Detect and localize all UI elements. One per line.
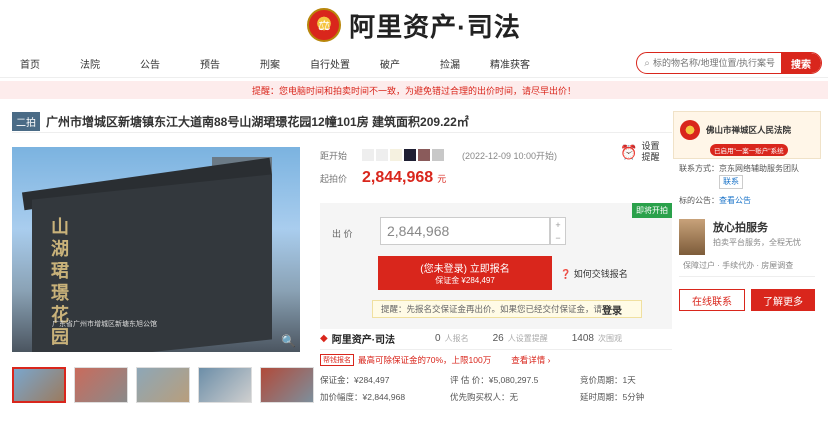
thumbnail-strip [12, 367, 314, 403]
learn-more-button[interactable]: 了解更多 [751, 289, 815, 311]
thumbnail[interactable] [198, 367, 252, 403]
contact-button[interactable]: 联系 [719, 175, 743, 189]
main-nav: 首页 法院 公告 预告 刑案 自行处置 破产 捡漏 精准获客 ⌕ 搜索 [0, 50, 828, 78]
login-link[interactable]: 登录 [602, 302, 622, 317]
brand-small-icon: ◆ [320, 333, 328, 344]
listing-title: 广州市增城区新塘镇东江大道南88号山湖珺璟花园12幢101房 建筑面积209.2… [46, 115, 469, 129]
search-box: ⌕ 搜索 [636, 52, 822, 74]
site-header: ⚖ 阿里资产·司法 [0, 0, 828, 50]
time-notice: 提醒：您电脑时间和拍卖时间不一致，为避免错过合理的出价时间，请尽早出价！ [0, 81, 828, 99]
photo-caption: 广东省广州市增城区新塘东旭公馆 [52, 321, 157, 328]
how-to-pay-link[interactable]: ❓ 如何交钱报名 [560, 267, 628, 280]
loan-info: 帮钱报名 最高可除保证金的70%，上限100万 查看详情 › [320, 350, 672, 370]
bid-stepper[interactable]: + − [550, 217, 566, 245]
contact-info: 联系方式：京东网络辅助服务团队 联系 标的公告：查看公告 [679, 164, 799, 205]
help-icon: ❓ [560, 269, 572, 279]
signup-button[interactable]: (您未登录) 立即报名 保证金 ¥284,497 [378, 256, 552, 290]
brand-title: 阿里资产·司法 [349, 11, 521, 42]
nav-home[interactable]: 首页 [0, 56, 60, 71]
stats-panel: ◆ 阿里资产·司法 0 人报名 26 人设置提醒 1408 次围观 帮钱报名 最高可除… [320, 328, 672, 403]
auction-details: 保证金：¥284,497 评 估 价：¥5,080,297.5 竞价周期：1天 … [320, 375, 645, 402]
set-reminder[interactable]: ⏰ 设置提醒 [620, 141, 661, 163]
court-emblem-icon: ⚖ [307, 8, 342, 42]
search-icon: ⌕ [644, 57, 650, 69]
thumbnail[interactable] [74, 367, 128, 403]
building-image [679, 219, 705, 255]
nav-precision[interactable]: 精准获客 [480, 56, 540, 71]
announcement-link[interactable]: 查看公告 [719, 196, 751, 205]
bid-panel: 即将开拍 出 价 2,844,968 + − (您未登录) 立即报名 保证金 ¥… [320, 203, 672, 329]
listing-main: 二拍 广州市增城区新塘镇东江大道南88号山湖珺璟花园12幢101房 建筑面积20… [12, 111, 672, 421]
status-badge: 即将开拍 [632, 203, 672, 218]
alarm-clock-icon: ⏰ [620, 143, 638, 160]
nav-self-disposal[interactable]: 自行处置 [300, 56, 360, 71]
online-contact-button[interactable]: 在线联系 [679, 289, 745, 311]
court-sidebar: 佛山市禅城区人民法院 已启用"一案一账户"系统 联系方式：京东网络辅助服务团队 … [673, 111, 821, 421]
thumbnail[interactable] [136, 367, 190, 403]
nav-court[interactable]: 法院 [60, 56, 120, 71]
nav-bargain[interactable]: 捡漏 [420, 56, 480, 71]
main-photo[interactable]: 山湖珺璟花园 广东省广州市增城区新塘东旭公馆 🔍 [12, 147, 300, 352]
thumbnail[interactable] [12, 367, 66, 403]
nav-criminal[interactable]: 刑案 [240, 56, 300, 71]
start-price: 2,844,968 [362, 169, 434, 186]
nav-bankruptcy[interactable]: 破产 [360, 56, 420, 71]
start-time: (2022-12-09 10:00开始) [462, 150, 558, 161]
search-input[interactable] [653, 58, 781, 68]
nav-preview[interactable]: 预告 [180, 56, 240, 71]
photo-sign-text: 山湖珺璟花园 [49, 217, 69, 349]
zoom-icon[interactable]: 🔍 [281, 334, 296, 348]
login-tip: 提醒：先报名交保证金再出价。如果您已经交付保证金，请 登录 [372, 300, 642, 318]
loan-details-link[interactable]: 查看详情 › [511, 354, 550, 366]
court-card[interactable]: 佛山市禅城区人民法院 已启用"一案一账户"系统 [673, 111, 821, 159]
search-button[interactable]: 搜索 [781, 53, 821, 73]
court-logo-icon [680, 120, 700, 140]
round-badge: 二拍 [12, 112, 40, 131]
thumbnail[interactable] [260, 367, 314, 403]
nav-announcement[interactable]: 公告 [120, 56, 180, 71]
countdown-label: 距开始 [320, 150, 348, 161]
bid-amount-input[interactable]: 2,844,968 [380, 217, 550, 245]
decrement-icon[interactable]: − [551, 231, 565, 244]
increment-icon[interactable]: + [551, 218, 565, 231]
service-card[interactable]: 放心拍服务 拍卖平台服务，全程无忧 保障过户 · 手续代办 · 房屋调查 [679, 215, 815, 277]
bid-info: 距开始 (2022-12-09 10:00开始) ⏰ 设置提醒 起拍价 2,84… [320, 141, 672, 329]
